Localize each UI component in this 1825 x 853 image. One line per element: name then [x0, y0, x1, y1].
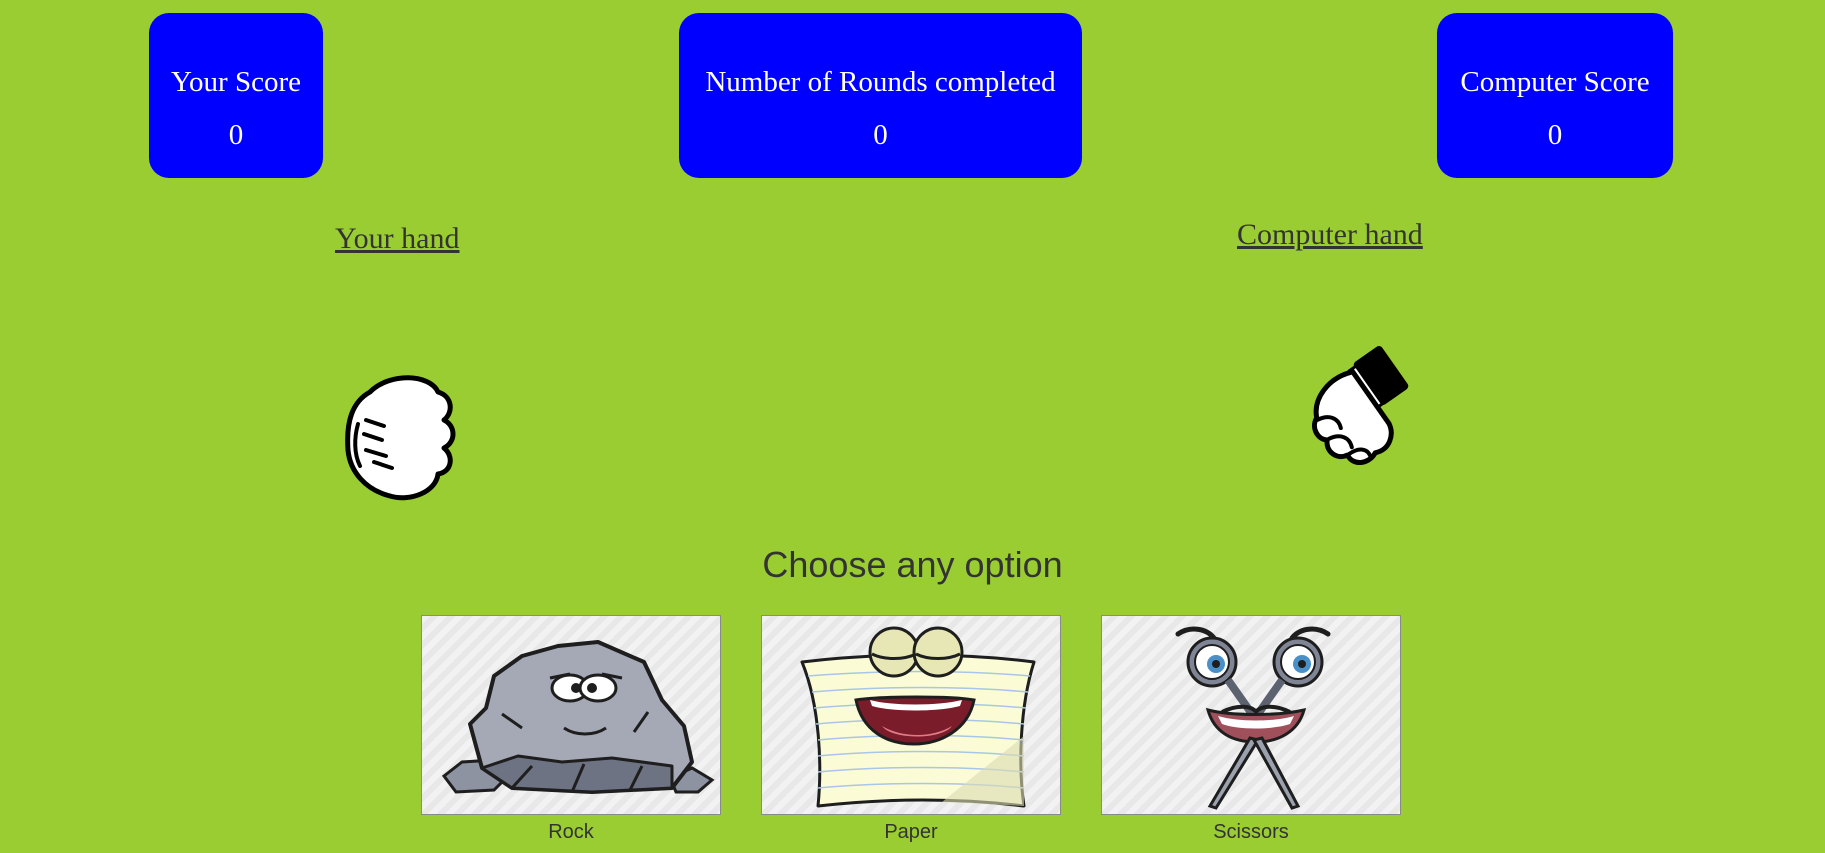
scissors-option-button[interactable]: Scissors: [1101, 615, 1401, 843]
computer-score-box: Computer Score 0: [1437, 13, 1673, 178]
your-score-value: 0: [228, 119, 244, 151]
rock-card[interactable]: [421, 615, 721, 815]
rounds-label: Number of Rounds completed: [705, 66, 1056, 98]
your-score-label: Your Score: [171, 66, 301, 98]
computer-score-value: 0: [1547, 119, 1563, 151]
paper-option-button[interactable]: Paper: [761, 615, 1061, 843]
rounds-box: Number of Rounds completed 0: [679, 13, 1082, 178]
your-hand-label: Your hand: [335, 222, 460, 255]
rounds-value: 0: [873, 119, 888, 151]
paper-card[interactable]: [761, 615, 1061, 815]
paper-icon: [800, 626, 1036, 808]
your-score-box: Your Score 0: [149, 13, 323, 178]
computer-hand-label: Computer hand: [1237, 218, 1423, 251]
player-fist-icon: [345, 375, 456, 501]
rock-option-button[interactable]: Rock: [421, 615, 721, 843]
choose-option-heading: Choose any option: [762, 544, 1063, 585]
computer-score-label: Computer Score: [1460, 66, 1650, 98]
scissors-label: Scissors: [1213, 821, 1289, 843]
rock-label: Rock: [548, 821, 594, 843]
scissors-card[interactable]: [1101, 615, 1401, 815]
rock-icon: [441, 640, 715, 794]
paper-label: Paper: [884, 821, 938, 843]
scissors-icon: [1175, 626, 1331, 810]
computer-fist-icon: [1312, 346, 1409, 465]
